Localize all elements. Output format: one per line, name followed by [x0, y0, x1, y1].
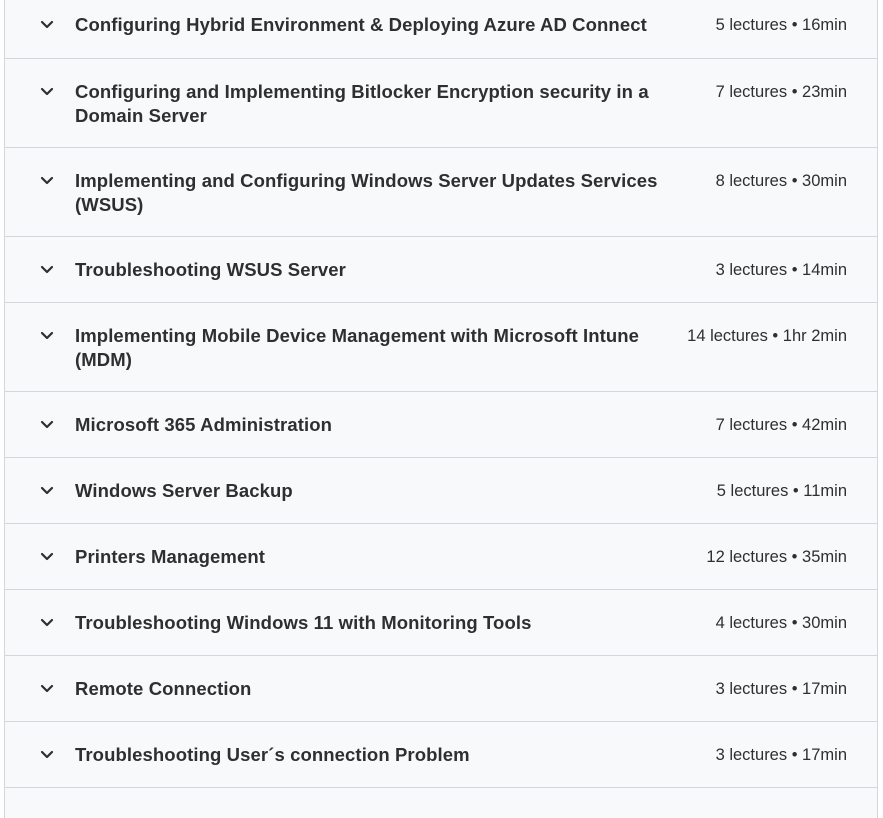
section-lecture-count: 4 lectures • 30min [715, 614, 847, 632]
section-row-troubleshooting-wsus[interactable]: Troubleshooting WSUS Server 3 lectures •… [5, 237, 877, 303]
section-row-printers[interactable]: Printers Management 12 lectures • 35min [5, 524, 877, 590]
section-title: Remote Connection [75, 678, 252, 699]
section-title: Printers Management [75, 546, 266, 567]
section-row-hybrid-azure-ad[interactable]: Configuring Hybrid Environment & Deployi… [5, 0, 877, 59]
section-title: Windows Server Backup [75, 480, 293, 501]
section-row-wsus[interactable]: Implementing and Configuring Windows Ser… [5, 148, 877, 237]
section-lecture-count: 8 lectures • 30min [715, 172, 847, 190]
section-lecture-count: 14 lectures • 1hr 2min [687, 327, 847, 345]
chevron-down-icon[interactable] [5, 611, 75, 635]
section-row-intune-mdm[interactable]: Implementing Mobile Device Management wi… [5, 303, 877, 392]
chevron-down-icon[interactable] [5, 80, 75, 104]
section-title: Microsoft 365 Administration [75, 414, 333, 435]
section-lecture-count: 5 lectures • 11min [716, 482, 847, 500]
curriculum-section-list: Configuring Hybrid Environment & Deployi… [4, 0, 878, 818]
chevron-down-icon[interactable] [5, 13, 75, 37]
chevron-down-icon[interactable] [5, 479, 75, 503]
section-row-m365-admin[interactable]: Microsoft 365 Administration 7 lectures … [5, 392, 877, 458]
section-row-partial [5, 788, 877, 818]
section-lecture-count: 7 lectures • 23min [715, 83, 847, 101]
section-row-server-backup[interactable]: Windows Server Backup 5 lectures • 11min [5, 458, 877, 524]
section-row-bitlocker[interactable]: Configuring and Implementing Bitlocker E… [5, 59, 877, 148]
section-title: Implementing Mobile Device Management wi… [75, 325, 640, 370]
section-title: Troubleshooting WSUS Server [75, 259, 346, 280]
section-row-remote-connection[interactable]: Remote Connection 3 lectures • 17min [5, 656, 877, 722]
section-lecture-count: 7 lectures • 42min [715, 416, 847, 434]
section-title: Implementing and Configuring Windows Ser… [75, 170, 658, 215]
section-row-win11-monitoring[interactable]: Troubleshooting Windows 11 with Monitori… [5, 590, 877, 656]
chevron-down-icon[interactable] [5, 413, 75, 437]
section-row-user-connection[interactable]: Troubleshooting User´s connection Proble… [5, 722, 877, 788]
section-lecture-count: 3 lectures • 17min [715, 680, 847, 698]
chevron-down-icon[interactable] [5, 324, 75, 348]
section-title: Troubleshooting Windows 11 with Monitori… [75, 612, 532, 633]
section-title: Troubleshooting User´s connection Proble… [75, 744, 470, 765]
chevron-down-icon[interactable] [5, 677, 75, 701]
section-lecture-count: 12 lectures • 35min [706, 548, 847, 566]
chevron-down-icon[interactable] [5, 169, 75, 193]
section-title: Configuring and Implementing Bitlocker E… [75, 81, 649, 126]
section-lecture-count: 3 lectures • 17min [715, 746, 847, 764]
chevron-down-icon[interactable] [5, 545, 75, 569]
chevron-down-icon[interactable] [5, 258, 75, 282]
section-title: Configuring Hybrid Environment & Deployi… [75, 14, 647, 35]
section-lecture-count: 5 lectures • 16min [715, 16, 847, 34]
chevron-down-icon[interactable] [5, 743, 75, 767]
section-lecture-count: 3 lectures • 14min [715, 261, 847, 279]
